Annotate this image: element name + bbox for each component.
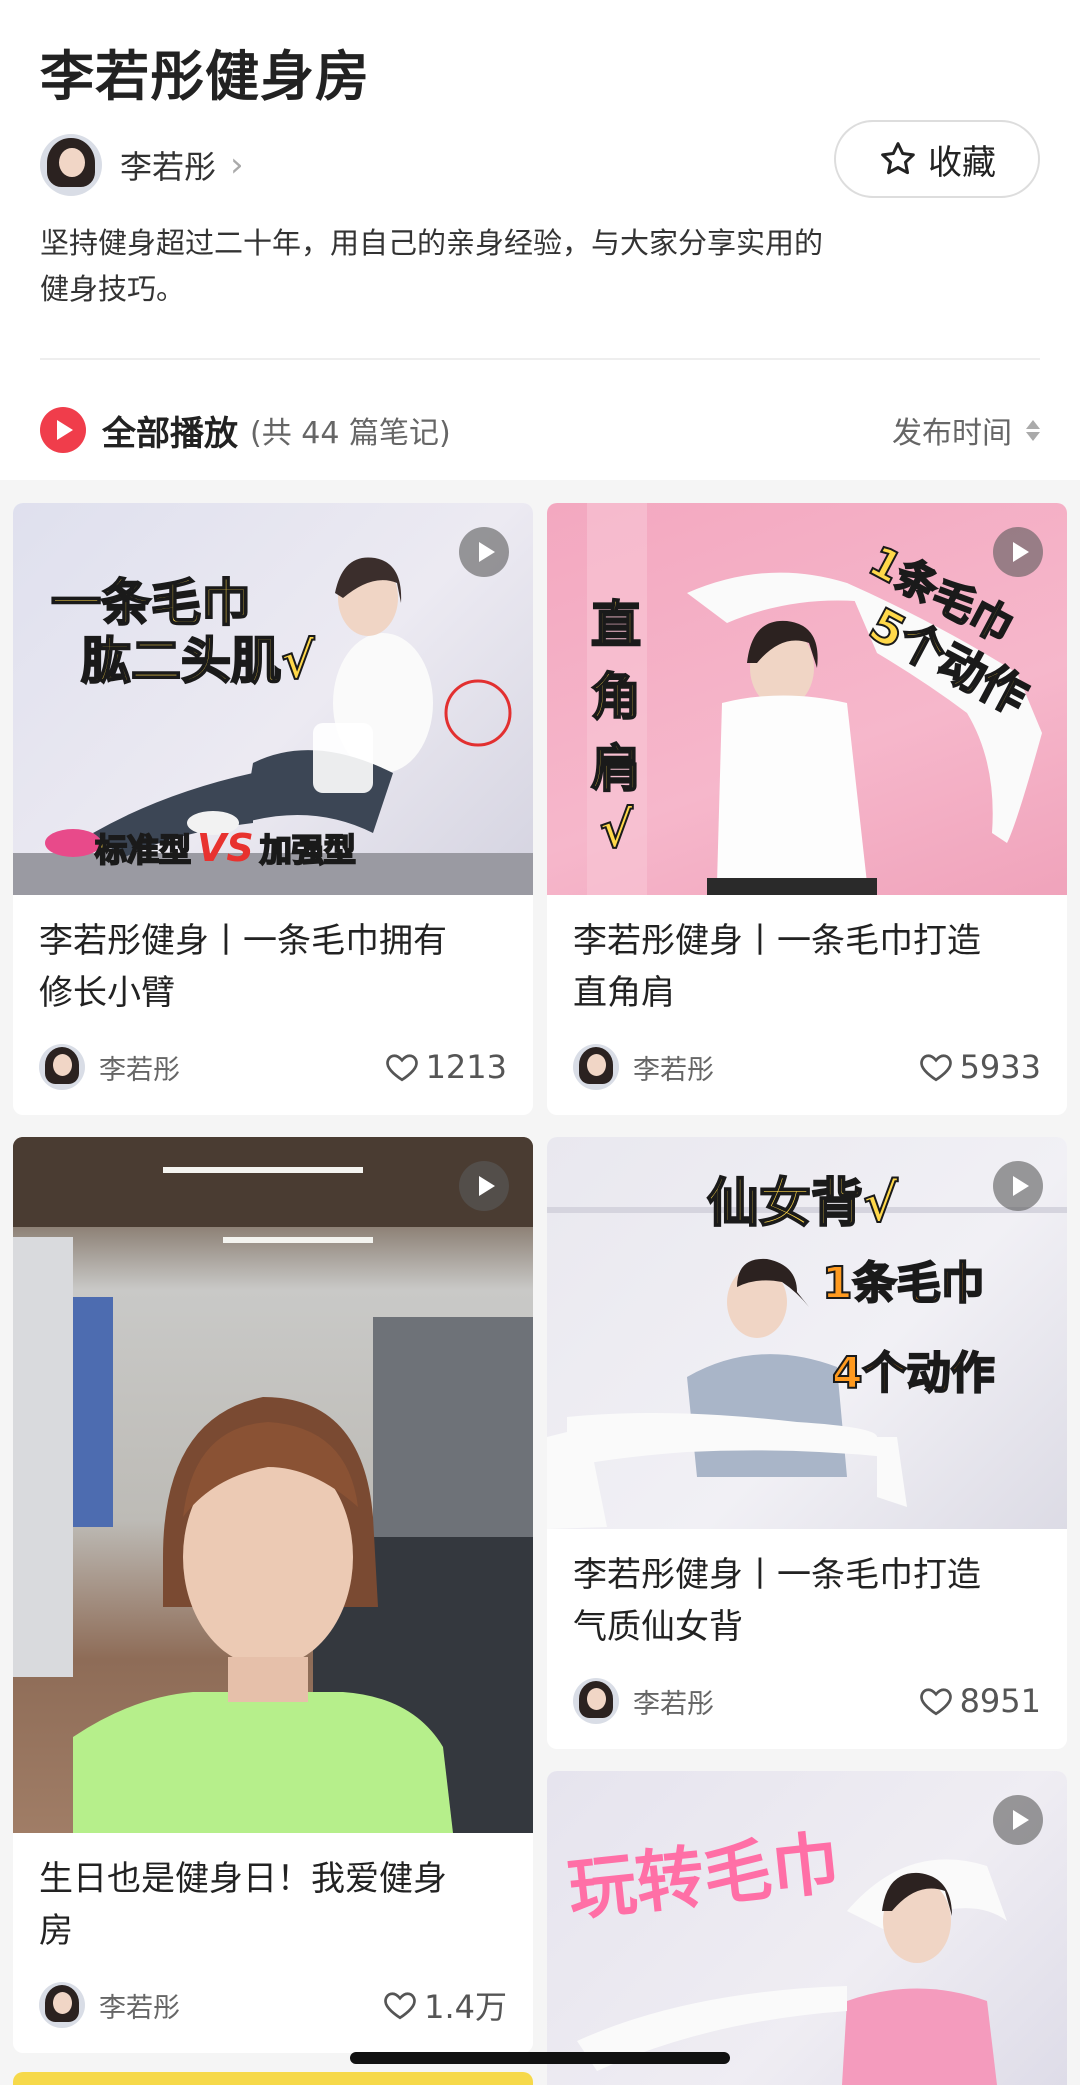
chevron-right-icon: › [230,145,244,185]
note-count: (共 44 篇笔记) [250,416,451,451]
divider [40,358,1040,360]
overlay-text: 直 [590,595,642,655]
sort-arrows-icon [1026,419,1040,441]
thumbnail-illustration [13,1137,533,1833]
video-play-icon [993,1795,1043,1845]
note-title[interactable]: 生日也是健身日！我爱健身 房 [13,1833,533,1957]
sort-label: 发布时间 [892,416,1012,451]
note-thumbnail[interactable]: 玩转毛巾 [547,1771,1067,2085]
favorite-label: 收藏 [928,142,996,183]
note-thumbnail[interactable]: 一条毛巾 肱二头肌√ 标准型 VS 加强型 [13,503,533,895]
heart-outline-icon [385,1054,418,1082]
note-meta: 李若彤 5933 [547,1019,1067,1115]
note-title-line: 修长小臂 [39,973,175,1013]
like-count: 1.4万 [424,1988,507,2026]
note-title[interactable]: 李若彤健身丨一条毛巾拥有 修长小臂 [13,895,533,1019]
overlay-text: 标准型 [94,830,192,870]
author-avatar[interactable] [573,1044,619,1090]
like-count: 1213 [425,1048,507,1086]
overlay-text: 加强型 [259,830,357,870]
heart-outline-icon [919,1054,952,1082]
note-author[interactable]: 李若彤 [633,1048,714,1087]
video-play-icon [993,1161,1043,1211]
note-meta: 李若彤 8951 [547,1653,1067,1749]
note-thumbnail[interactable]: 直 角 肩 √ 1条毛巾 5个动作 [547,503,1067,895]
like-button[interactable]: 1213 [384,1048,507,1086]
note-card[interactable]: 仙女背√ 1条毛巾 4个动作 李若彤健身丨一条毛巾打造 气质仙女背 李若彤 89… [547,1137,1067,1749]
overlay-text: √ [598,800,633,860]
overlay-text: 1条毛巾 [821,1257,986,1310]
home-indicator[interactable] [350,2052,730,2064]
overlay-text: 4个动作 [831,1347,996,1400]
note-title-line: 李若彤健身丨一条毛巾打造 [573,921,981,961]
author-link[interactable]: 李若彤 › [40,130,244,200]
overlay-text: 肱二头肌√ [80,631,315,691]
note-author[interactable]: 李若彤 [633,1682,714,1721]
note-title-line: 气质仙女背 [573,1607,743,1647]
description-line: 坚持健身超过二十年，用自己的亲身经验，与大家分享实用的 [40,226,824,260]
sort-dropdown[interactable]: 发布时间 [892,408,1040,452]
like-button[interactable]: 5933 [918,1048,1041,1086]
overlay-text: VS [197,826,254,870]
play-icon[interactable] [40,407,86,453]
note-title-line: 李若彤健身丨一条毛巾拥有 [39,921,447,961]
like-count: 5933 [959,1048,1041,1086]
note-title[interactable]: 李若彤健身丨一条毛巾打造 气质仙女背 [547,1529,1067,1653]
video-play-icon [459,527,509,577]
heart-outline-icon [384,1992,416,2020]
note-author[interactable]: 李若彤 [99,1048,180,1087]
note-title-line: 生日也是健身日！我爱健身 [39,1859,447,1899]
note-title-line: 房 [39,1911,73,1951]
video-play-icon [459,1161,509,1211]
note-card[interactable]: 一条毛巾 肱二头肌√ 标准型 VS 加强型 李若彤健身丨一条毛巾拥有 修长小臂 … [13,503,533,1115]
overlay-text: 角 [590,667,642,727]
note-title-line: 李若彤健身丨一条毛巾打造 [573,1555,981,1595]
like-button[interactable]: 1.4万 [382,1982,507,2028]
note-card[interactable]: 生日也是健身日！我爱健身 房 李若彤 1.4万 [13,1137,533,2053]
note-card[interactable]: 玩转毛巾 [547,1771,1067,2085]
favorite-button[interactable]: 收藏 [834,120,1040,198]
note-thumbnail[interactable]: 仙女背√ 1条毛巾 4个动作 [547,1137,1067,1529]
note-author[interactable]: 李若彤 [99,1986,180,2025]
note-meta: 李若彤 1.4万 [13,1957,533,2053]
author-avatar[interactable] [39,1044,85,1090]
collection-header: 李若彤健身房 李若彤 › 收藏 坚持健身超过二十年，用自己的亲身经验，与大家分享… [0,0,1080,480]
like-button[interactable]: 8951 [918,1682,1041,1720]
note-card[interactable]: 直 角 肩 √ 1条毛巾 5个动作 李若彤健身丨一条毛巾打造 直角肩 李若彤 5… [547,503,1067,1115]
overlay-vertical: 直 角 肩 √ [590,585,642,860]
collection-title: 李若彤健身房 [40,45,370,108]
author-avatar[interactable] [40,134,102,196]
star-outline-icon [881,142,915,175]
note-meta: 李若彤 1213 [13,1019,533,1115]
heart-outline-icon [919,1688,952,1716]
like-count: 8951 [959,1682,1041,1720]
author-name[interactable]: 李若彤 [120,142,216,188]
overlay-text: 仙女背√ [706,1173,899,1235]
filter-row: 全部播放 (共 44 篇笔记) 发布时间 [40,402,1040,458]
author-avatar[interactable] [573,1678,619,1724]
overlay-text: 肩 [590,739,642,799]
play-all-button[interactable]: 全部播放 [102,406,238,455]
note-card-partial[interactable] [13,2072,533,2085]
note-title-line: 直角肩 [573,973,675,1013]
collection-description: 坚持健身超过二十年，用自己的亲身经验，与大家分享实用的 健身技巧。 [40,220,940,312]
overlay-compare: 标准型 VS 加强型 [94,825,357,871]
note-thumbnail[interactable] [13,1137,533,1833]
author-avatar[interactable] [39,1982,85,2028]
video-play-icon [993,527,1043,577]
description-line: 健身技巧。 [40,272,186,306]
note-title[interactable]: 李若彤健身丨一条毛巾打造 直角肩 [547,895,1067,1019]
